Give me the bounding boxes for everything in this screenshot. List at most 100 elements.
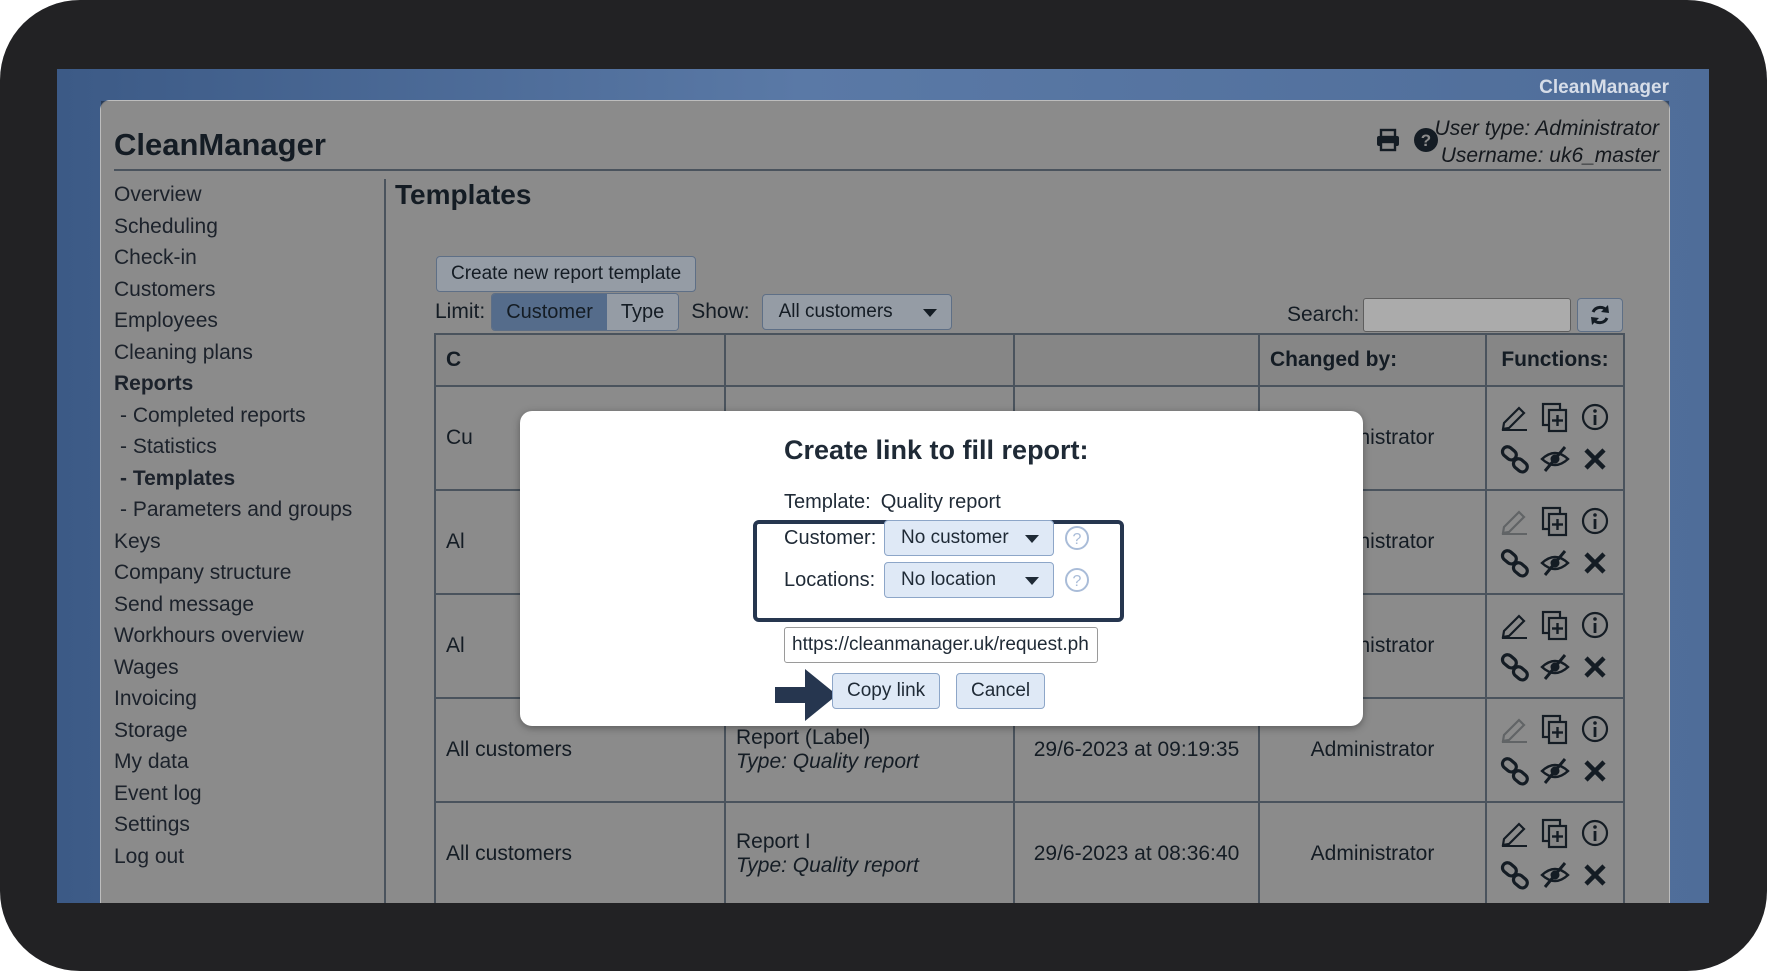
locations-label: Locations: [784, 568, 876, 591]
header-divider [114, 169, 1661, 171]
template-label: Template: [784, 491, 871, 513]
header-changed-by[interactable]: Changed by: [1260, 335, 1487, 385]
info-icon[interactable] [1579, 401, 1611, 433]
sidebar-item[interactable]: Event log [114, 778, 364, 810]
corner-brand: CleanManager [1539, 77, 1669, 98]
template-name[interactable]: Report (Label) [736, 726, 1013, 750]
link-icon[interactable] [1499, 443, 1531, 475]
show-dropdown[interactable]: All customers [761, 294, 952, 330]
cell-changed-by: Administrator [1260, 803, 1487, 903]
limit-type-button[interactable]: Type [606, 294, 679, 330]
info-icon[interactable] [1579, 609, 1611, 641]
copy-icon[interactable] [1539, 505, 1571, 537]
sidebar-item[interactable]: Invoicing [114, 683, 364, 715]
sidebar-item[interactable]: My data [114, 746, 364, 778]
link-icon[interactable] [1499, 651, 1531, 683]
show-dropdown-value: All customers [778, 301, 893, 322]
header-customer[interactable]: C [436, 335, 726, 385]
sidebar-item[interactable]: Employees [114, 305, 364, 337]
sidebar-item[interactable]: - Statistics [114, 431, 364, 463]
table-row: All customers Report I Type: Quality repor… [436, 803, 1623, 903]
header-date[interactable] [1015, 335, 1260, 385]
function-icons [1499, 505, 1611, 579]
customer-label: Customer: [784, 526, 877, 549]
sidebar-item[interactable]: - Parameters and groups [114, 494, 364, 526]
sidebar-item[interactable]: Overview [114, 179, 364, 211]
header-functions: Functions: [1487, 335, 1623, 385]
edit-icon[interactable] [1499, 817, 1531, 849]
sidebar-item[interactable]: Customers [114, 274, 364, 306]
copy-icon[interactable] [1539, 713, 1571, 745]
svg-text:?: ? [1421, 131, 1431, 150]
edit-icon[interactable] [1499, 401, 1531, 433]
delete-icon[interactable] [1579, 547, 1611, 579]
copy-link-button[interactable]: Copy link [832, 673, 941, 709]
header-name[interactable] [726, 335, 1015, 385]
search-input[interactable] [1363, 298, 1571, 332]
info-icon[interactable] [1579, 505, 1611, 537]
hidden-icon[interactable] [1539, 443, 1571, 475]
delete-icon[interactable] [1579, 443, 1611, 475]
edit-icon[interactable] [1499, 505, 1531, 537]
sidebar-item[interactable]: Reports [114, 368, 364, 400]
svg-text:?: ? [1073, 531, 1082, 548]
hidden-icon[interactable] [1539, 859, 1571, 891]
table-header-row: C Changed by: Functions: [436, 335, 1623, 387]
copy-icon[interactable] [1539, 401, 1571, 433]
sidebar-item[interactable]: - Templates [114, 463, 364, 495]
copy-icon[interactable] [1539, 817, 1571, 849]
sidebar-item[interactable]: - Completed reports [114, 400, 364, 432]
limit-label: Limit: [435, 300, 486, 323]
link-icon[interactable] [1499, 547, 1531, 579]
create-template-button[interactable]: Create new report template [436, 256, 697, 292]
refresh-button[interactable] [1577, 298, 1623, 332]
cell-template: Report I Type: Quality report [726, 803, 1015, 903]
link-icon[interactable] [1499, 859, 1531, 891]
link-icon[interactable] [1499, 755, 1531, 787]
sidebar-item[interactable]: Workhours overview [114, 620, 364, 652]
info-icon[interactable] [1579, 713, 1611, 745]
template-name[interactable]: Report I [736, 830, 1013, 854]
delete-icon[interactable] [1579, 651, 1611, 683]
arrow-right-icon [775, 669, 837, 721]
limit-customer-button[interactable]: Customer [492, 294, 607, 330]
link-url-input[interactable] [784, 627, 1098, 663]
hidden-icon[interactable] [1539, 547, 1571, 579]
hidden-icon[interactable] [1539, 651, 1571, 683]
template-type: Type: Quality report [736, 854, 919, 877]
function-icons [1499, 817, 1611, 891]
cell-functions [1487, 387, 1623, 489]
sidebar-item[interactable]: Cleaning plans [114, 337, 364, 369]
sidebar-item[interactable]: Send message [114, 589, 364, 621]
refresh-icon [1591, 305, 1609, 325]
date-text: 29/6-2023 at 08:36:40 [1033, 842, 1240, 865]
device-frame: CleanManager CleanManager ? User type: A… [0, 0, 1767, 971]
info-icon[interactable] [1579, 817, 1611, 849]
hidden-icon[interactable] [1539, 755, 1571, 787]
screen: CleanManager CleanManager ? User type: A… [57, 69, 1709, 903]
sidebar-item[interactable]: Company structure [114, 557, 364, 589]
sidebar-item[interactable]: Log out [114, 841, 364, 873]
customer-dropdown[interactable]: No customer [884, 520, 1054, 556]
username: Username: uk6_master [1440, 144, 1659, 167]
sidebar-item[interactable]: Scheduling [114, 211, 364, 243]
sidebar-item[interactable]: Storage [114, 715, 364, 747]
printer-icon[interactable] [1375, 127, 1401, 153]
sidebar-item[interactable]: Check-in [114, 242, 364, 274]
edit-icon[interactable] [1499, 609, 1531, 641]
limit-toggle: Customer Type [491, 293, 680, 331]
copy-icon[interactable] [1539, 609, 1571, 641]
delete-icon[interactable] [1579, 755, 1611, 787]
locations-dropdown[interactable]: No location [884, 562, 1054, 598]
header-icons: ? [1375, 127, 1439, 153]
customer-dropdown-value: No customer [901, 527, 1009, 548]
sidebar-item[interactable]: Settings [114, 809, 364, 841]
sidebar-item[interactable]: Wages [114, 652, 364, 684]
help-circle-icon[interactable]: ? [1064, 525, 1090, 551]
help-circle-icon[interactable]: ? [1064, 567, 1090, 593]
edit-icon[interactable] [1499, 713, 1531, 745]
delete-icon[interactable] [1579, 859, 1611, 891]
cancel-button[interactable]: Cancel [956, 673, 1046, 709]
template-type: Type: Quality report [736, 750, 919, 773]
sidebar-item[interactable]: Keys [114, 526, 364, 558]
